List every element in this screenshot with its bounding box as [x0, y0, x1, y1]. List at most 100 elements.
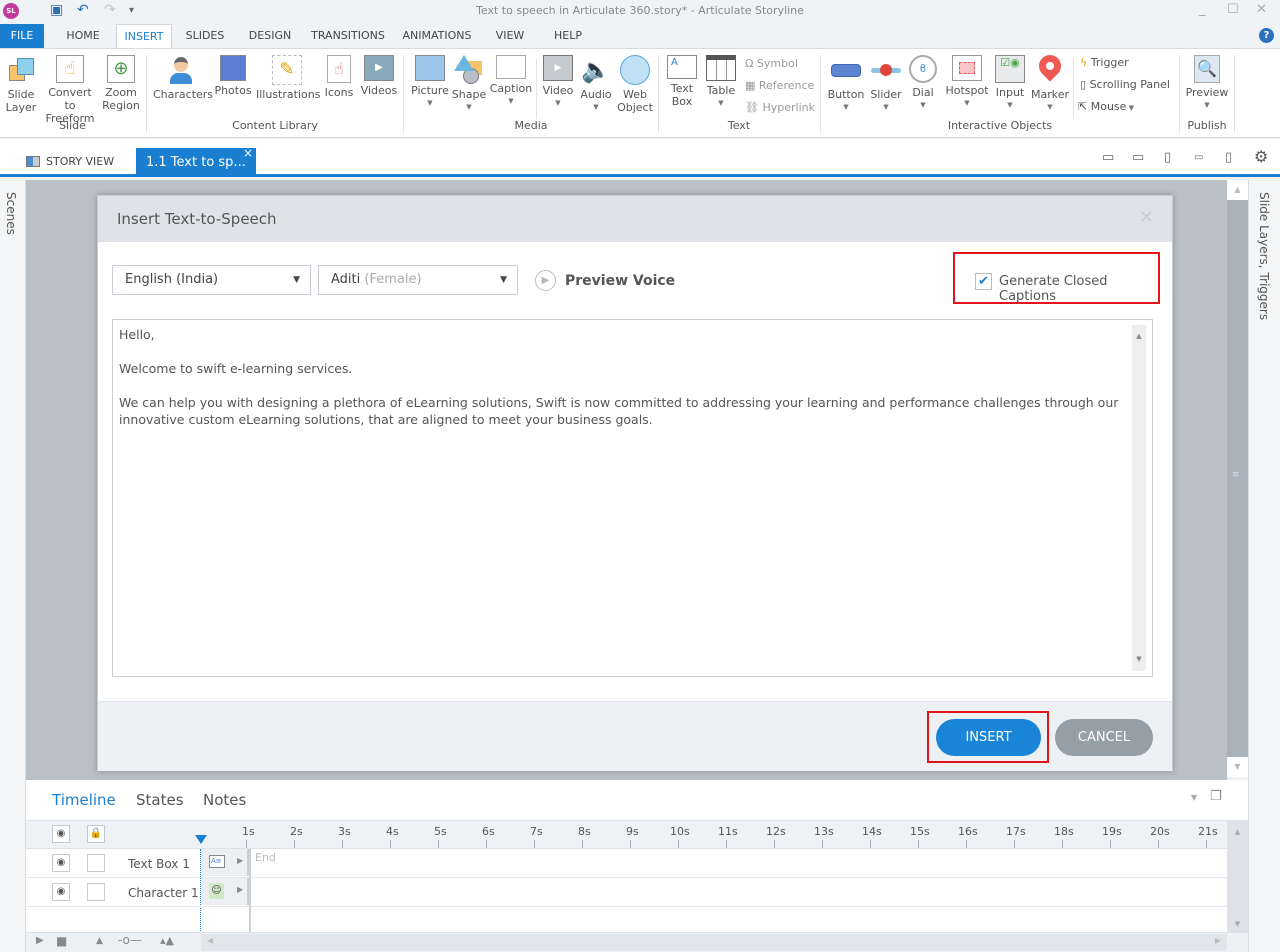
- convert-to-freeform-button[interactable]: ☝ Convert to Freeform: [42, 55, 98, 125]
- icons-button[interactable]: ☝ Icons: [322, 55, 356, 99]
- scroll-right-icon[interactable]: ▶: [1215, 936, 1221, 945]
- tab-slides[interactable]: SLIDES: [180, 24, 230, 48]
- expand-arrow-icon[interactable]: ▶: [237, 856, 243, 865]
- expand-arrow-icon[interactable]: ▶: [237, 885, 243, 894]
- slide-layer-button[interactable]: Slide Layer: [2, 55, 40, 114]
- illustrations-button[interactable]: ✎ Illustrations: [256, 55, 320, 101]
- visibility-eye-icon[interactable]: ◉: [52, 883, 70, 901]
- scroll-left-icon[interactable]: ◀: [207, 936, 213, 945]
- stop-icon[interactable]: ■: [56, 934, 67, 948]
- tab-insert[interactable]: INSERT: [116, 24, 172, 48]
- close-tab-icon[interactable]: ×: [243, 139, 253, 168]
- end-marker[interactable]: End: [255, 851, 276, 864]
- stage-vertical-scrollbar[interactable]: ▲ ≡ ▼: [1227, 180, 1248, 777]
- scroll-up-icon[interactable]: ▲: [1227, 828, 1248, 836]
- phone-landscape-icon[interactable]: ▭: [1194, 152, 1203, 163]
- tab-states[interactable]: States: [136, 791, 184, 809]
- lock-all-icon[interactable]: 🔒: [87, 825, 105, 843]
- close-window-button[interactable]: ✕: [1256, 2, 1267, 17]
- tab-view[interactable]: VIEW: [490, 24, 530, 48]
- timeline-row[interactable]: ◉ Character 1 ☺ ▶: [26, 878, 1227, 907]
- timeline-vertical-scrollbar[interactable]: ▲ ▼: [1227, 820, 1248, 932]
- generate-closed-captions-checkbox[interactable]: ✔: [975, 273, 992, 290]
- settings-gear-icon[interactable]: ⚙: [1254, 147, 1268, 166]
- timeline-row[interactable]: ◉ Text Box 1 A≡ ▶ End: [26, 849, 1227, 878]
- tab-home[interactable]: HOME: [58, 24, 108, 48]
- object-cell[interactable]: ☺ ▶: [201, 878, 249, 905]
- maximize-button[interactable]: ☐: [1227, 2, 1239, 17]
- mouse-button[interactable]: ⇱ Mouse ▼: [1078, 100, 1134, 113]
- ruler-tick-mark: [1110, 840, 1111, 848]
- tablet-landscape-icon[interactable]: ▭: [1132, 150, 1144, 165]
- symbol-button[interactable]: Ω Symbol: [745, 57, 798, 70]
- button-button[interactable]: Button ▼: [826, 55, 866, 114]
- text-vertical-scrollbar[interactable]: ▲ ▼: [1132, 325, 1146, 671]
- playhead-icon[interactable]: [195, 835, 207, 844]
- timeline-horizontal-scrollbar[interactable]: ◀ ▶: [201, 934, 1227, 951]
- lock-checkbox[interactable]: [87, 883, 105, 901]
- tab-help[interactable]: HELP: [548, 24, 588, 48]
- tab-design[interactable]: DESIGN: [244, 24, 296, 48]
- tab-story-view[interactable]: STORY VIEW: [20, 146, 114, 177]
- preview-button[interactable]: 🔍 Preview ▼: [1184, 55, 1230, 112]
- cancel-button[interactable]: CANCEL: [1055, 719, 1153, 756]
- scroll-grip-icon[interactable]: ≡: [1232, 470, 1241, 480]
- scroll-down-icon[interactable]: ▼: [1132, 651, 1146, 668]
- shape-button[interactable]: Shape ▼: [451, 55, 487, 114]
- scroll-down-icon[interactable]: ▼: [1227, 920, 1248, 928]
- hyperlink-button[interactable]: ⛓ Hyperlink: [745, 101, 815, 114]
- zoom-region-button[interactable]: ⊕ Zoom Region: [100, 55, 142, 112]
- tab-slide-1-1[interactable]: 1.1 Text to sp... ×: [136, 146, 256, 177]
- characters-button[interactable]: Characters: [153, 55, 213, 101]
- input-button[interactable]: ☑◉ Input ▼: [992, 55, 1028, 112]
- dialog-close-icon[interactable]: ×: [1139, 206, 1154, 227]
- visibility-eye-icon[interactable]: ◉: [52, 854, 70, 872]
- panel-options-chevron-icon[interactable]: ▼: [1191, 793, 1197, 802]
- video-button[interactable]: ▶ Video ▼: [540, 55, 576, 110]
- tab-file[interactable]: FILE: [0, 24, 44, 48]
- zoom-out-icon[interactable]: ▲: [96, 936, 103, 946]
- slider-button[interactable]: Slider ▼: [868, 55, 904, 114]
- scroll-up-icon[interactable]: ▲: [1227, 180, 1248, 200]
- float-panel-icon[interactable]: ❐: [1210, 789, 1222, 804]
- visibility-all-eye-icon[interactable]: ◉: [52, 825, 70, 843]
- scenes-panel[interactable]: Scenes: [0, 180, 26, 952]
- tab-timeline[interactable]: Timeline: [52, 791, 116, 809]
- picture-button[interactable]: Picture ▼: [410, 55, 450, 110]
- trigger-button[interactable]: ϟ Trigger: [1080, 56, 1129, 69]
- phone-portrait-icon[interactable]: ▯: [1225, 150, 1232, 165]
- minimize-button[interactable]: _: [1199, 2, 1206, 17]
- object-cell[interactable]: A≡ ▶: [201, 849, 249, 876]
- reference-button[interactable]: ▦ Reference: [745, 79, 814, 92]
- videos-button[interactable]: ▶ Videos: [359, 55, 399, 97]
- table-button[interactable]: Table ▼: [702, 55, 740, 110]
- photos-button[interactable]: Photos: [212, 55, 254, 97]
- slide-layers-triggers-panel[interactable]: Slide Layers, Triggers: [1248, 180, 1280, 952]
- dial-button[interactable]: ϐ Dial ▼: [906, 55, 940, 112]
- tab-notes[interactable]: Notes: [203, 791, 246, 809]
- web-object-button[interactable]: Web Object: [616, 55, 654, 114]
- zoom-slider[interactable]: -o—: [118, 933, 142, 947]
- play-icon[interactable]: ▶: [36, 935, 44, 946]
- caption-button[interactable]: Caption ▼: [489, 55, 533, 108]
- scroll-up-icon[interactable]: ▲: [1132, 328, 1146, 345]
- generate-closed-captions-label[interactable]: Generate Closed Captions: [999, 274, 1158, 304]
- tab-animations[interactable]: ANIMATIONS: [398, 24, 476, 48]
- zoom-in-icon[interactable]: ▴▲: [160, 934, 174, 947]
- marker-button[interactable]: Marker ▼: [1030, 50, 1070, 114]
- tablet-portrait-icon[interactable]: ▯: [1164, 150, 1171, 165]
- scrolling-panel-button[interactable]: ▯ Scrolling Panel: [1080, 78, 1170, 91]
- hotspot-button[interactable]: Hotspot ▼: [944, 55, 990, 110]
- insert-button[interactable]: INSERT: [936, 719, 1041, 756]
- speech-text-input[interactable]: Hello, Welcome to swift e-learning servi…: [112, 319, 1153, 677]
- preview-voice-button[interactable]: ▶ Preview Voice: [535, 270, 675, 291]
- voice-select[interactable]: Aditi (Female) ▼: [318, 265, 518, 295]
- language-select[interactable]: English (India) ▼: [112, 265, 311, 295]
- desktop-preview-icon[interactable]: ▭: [1102, 150, 1114, 165]
- lock-checkbox[interactable]: [87, 854, 105, 872]
- audio-button[interactable]: 🔈 Audio ▼: [578, 55, 614, 114]
- tab-transitions[interactable]: TRANSITIONS: [308, 24, 388, 48]
- text-box-button[interactable]: A Text Box: [664, 55, 700, 108]
- help-icon[interactable]: ?: [1259, 28, 1274, 43]
- scroll-down-icon[interactable]: ▼: [1227, 757, 1248, 777]
